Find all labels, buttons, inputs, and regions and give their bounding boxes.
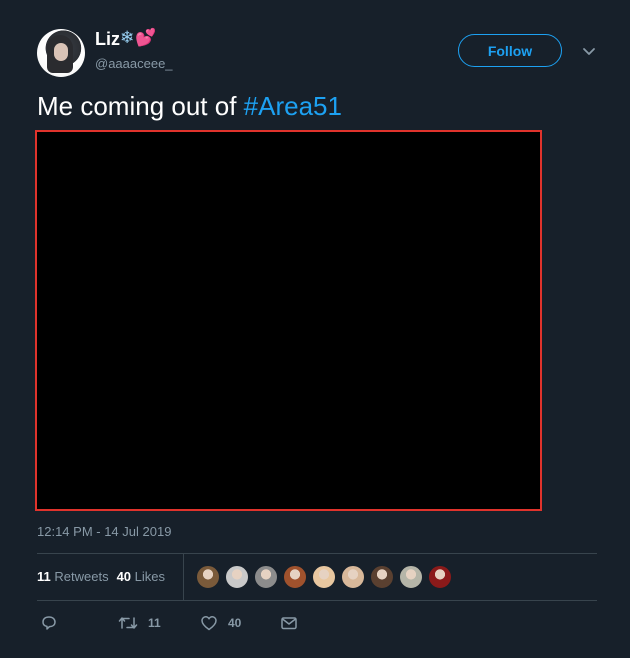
chevron-down-icon[interactable]: [581, 43, 597, 59]
follow-button[interactable]: Follow: [458, 34, 562, 67]
like-count: 40: [228, 616, 242, 630]
user-handle[interactable]: @aaaaceee_: [95, 56, 173, 71]
snowflake-emoji: ❄: [120, 28, 136, 47]
divider: [37, 600, 597, 601]
avatar[interactable]: [37, 29, 85, 77]
heart-icon: [200, 614, 218, 632]
tweet-timestamp[interactable]: 12:14 PM - 14 Jul 2019: [37, 524, 171, 539]
likes-stat[interactable]: 40 Likes: [117, 569, 165, 584]
retweet-button[interactable]: 11: [118, 614, 161, 632]
retweet-icon: [118, 614, 138, 632]
retweets-stat[interactable]: 11 Retweets: [37, 569, 109, 584]
retweet-count: 11: [148, 616, 161, 630]
reply-icon: [40, 614, 58, 632]
liker-avatar[interactable]: [312, 565, 336, 589]
liker-avatar[interactable]: [428, 565, 452, 589]
tweet-media[interactable]: [35, 130, 542, 511]
liker-avatar[interactable]: [399, 565, 423, 589]
liker-avatars: [196, 565, 452, 589]
envelope-icon: [280, 614, 298, 632]
reply-button[interactable]: [40, 614, 68, 632]
stats-separator: [183, 554, 184, 600]
liker-avatar[interactable]: [341, 565, 365, 589]
tweet-text-body: Me coming out of: [37, 91, 244, 121]
tweet-text: Me coming out of #Area51: [37, 91, 342, 122]
direct-message-button[interactable]: [280, 614, 298, 632]
divider: [37, 553, 597, 554]
hashtag-link[interactable]: #Area51: [244, 91, 342, 121]
liker-avatar[interactable]: [225, 565, 249, 589]
hearts-emoji: 💕: [135, 28, 158, 47]
name-emoji: ❄💕: [120, 28, 157, 48]
liker-avatar[interactable]: [254, 565, 278, 589]
liker-avatar[interactable]: [283, 565, 307, 589]
liker-avatar[interactable]: [196, 565, 220, 589]
like-button[interactable]: 40: [200, 614, 241, 632]
liker-avatar[interactable]: [370, 565, 394, 589]
tweet-stats: 11 Retweets 40 Likes: [37, 569, 165, 584]
display-name[interactable]: Liz: [95, 29, 120, 50]
